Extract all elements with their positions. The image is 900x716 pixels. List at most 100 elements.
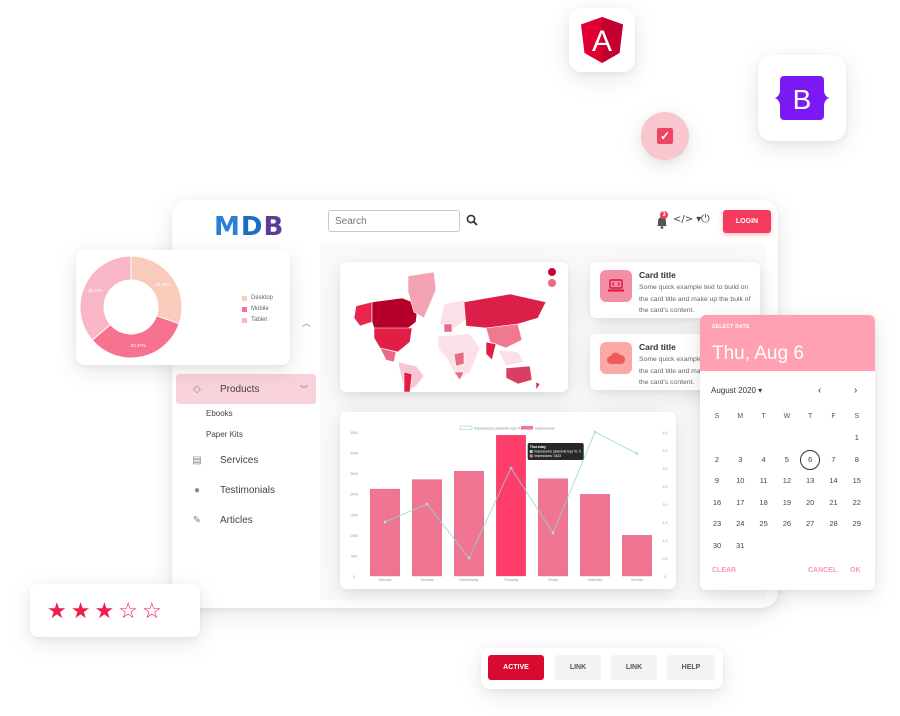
bar-friday[interactable] bbox=[538, 478, 568, 577]
donut-slice-label: 36.23% bbox=[88, 288, 103, 293]
legend-tablet[interactable]: Tablet bbox=[242, 317, 267, 323]
calendar-day[interactable]: 2 bbox=[707, 450, 727, 470]
calendar-day[interactable]: 8 bbox=[847, 450, 867, 470]
power-icon[interactable]: ⏻ bbox=[701, 213, 710, 226]
bar-tuesday[interactable] bbox=[412, 479, 442, 577]
mdb-logo[interactable]: MDB bbox=[214, 212, 284, 242]
line-point[interactable] bbox=[425, 502, 429, 506]
active-button[interactable]: ACTIVE bbox=[488, 655, 544, 680]
sidebar-item-products[interactable]: ◇ Products ﹀ bbox=[176, 374, 316, 404]
device-donut-card: 30.30% 33.47% 36.23% Desktop Mobile Tablet bbox=[76, 250, 290, 365]
bar-wednesday[interactable] bbox=[454, 471, 484, 577]
device-donut-chart[interactable]: 30.30% 33.47% 36.23% bbox=[76, 250, 206, 365]
code-dropdown[interactable]: </> ▾ bbox=[673, 214, 701, 225]
calendar-day[interactable]: 18 bbox=[754, 493, 774, 513]
donut-slice-tablet[interactable] bbox=[79, 255, 132, 341]
bootstrap-logo-tile: B bbox=[758, 55, 846, 141]
tooltip-line: Impressions: 3423 bbox=[534, 454, 561, 458]
line-point[interactable] bbox=[551, 531, 555, 535]
calendar-day[interactable]: 23 bbox=[707, 514, 727, 534]
line-point[interactable] bbox=[383, 520, 387, 524]
donut-slice-desktop[interactable] bbox=[130, 255, 183, 325]
calendar-day[interactable]: 17 bbox=[730, 493, 750, 513]
sidebar-subitem-ebooks[interactable]: Ebooks bbox=[206, 409, 233, 418]
line-point[interactable] bbox=[593, 430, 597, 434]
legend-swatch-line bbox=[459, 425, 473, 430]
star-empty-icon[interactable]: ☆ bbox=[142, 599, 162, 622]
link-button[interactable]: LINK bbox=[611, 655, 657, 680]
calendar-day[interactable]: 12 bbox=[777, 471, 797, 491]
calendar-day[interactable]: 14 bbox=[824, 471, 844, 491]
map-zoom-out-button[interactable] bbox=[548, 279, 556, 287]
search-input[interactable] bbox=[328, 210, 460, 232]
clear-button[interactable]: CLEAR bbox=[712, 567, 736, 574]
calendar-day[interactable]: 13 bbox=[800, 471, 820, 491]
checkbox-checked-icon[interactable]: ✓ bbox=[657, 128, 673, 144]
month-year-selector[interactable]: August 2020 ▾ bbox=[711, 386, 762, 395]
calendar-day[interactable]: 24 bbox=[730, 514, 750, 534]
calendar-day[interactable]: 28 bbox=[824, 514, 844, 534]
calendar-day[interactable]: 4 bbox=[754, 450, 774, 470]
legend-desktop[interactable]: Desktop bbox=[242, 295, 273, 301]
calendar-day[interactable]: 7 bbox=[824, 450, 844, 470]
calendar-day[interactable]: 10 bbox=[730, 471, 750, 491]
calendar-day[interactable]: 21 bbox=[824, 493, 844, 513]
calendar-day[interactable]: 27 bbox=[800, 514, 820, 534]
calendar-day[interactable]: 1 bbox=[847, 428, 867, 448]
line-point[interactable] bbox=[635, 452, 639, 456]
star-empty-icon[interactable]: ☆ bbox=[118, 599, 138, 622]
sidebar-item-articles[interactable]: ✎ Articles bbox=[176, 505, 316, 535]
y-left-tick-label: 0 bbox=[353, 575, 355, 579]
chevron-right-icon[interactable]: › bbox=[854, 385, 857, 396]
ok-button[interactable]: OK bbox=[850, 567, 861, 574]
calendar-day[interactable]: 29 bbox=[847, 514, 867, 534]
map-region-france bbox=[443, 323, 453, 333]
calendar-day[interactable]: 19 bbox=[777, 493, 797, 513]
calendar-day[interactable]: 11 bbox=[754, 471, 774, 491]
star-filled-icon[interactable]: ★ bbox=[71, 599, 91, 622]
line-point[interactable] bbox=[509, 466, 513, 470]
bar-thursday[interactable] bbox=[496, 434, 526, 577]
bar-monday[interactable] bbox=[370, 488, 400, 577]
calendar-day[interactable]: 31 bbox=[730, 536, 750, 556]
card-title: Card title bbox=[639, 342, 676, 352]
link-button[interactable]: LINK bbox=[555, 655, 601, 680]
calendar-day[interactable]: 16 bbox=[707, 493, 727, 513]
star-filled-icon[interactable]: ★ bbox=[47, 599, 67, 622]
notification-badge: 3 bbox=[660, 211, 668, 219]
world-map[interactable] bbox=[340, 262, 568, 393]
chevron-left-icon[interactable]: ‹ bbox=[818, 385, 821, 396]
calendar-day-selected[interactable]: 6 bbox=[800, 449, 821, 470]
cancel-button[interactable]: CANCEL bbox=[808, 567, 837, 574]
legend-mobile[interactable]: Mobile bbox=[242, 306, 269, 312]
chevron-up-icon[interactable]: ︿ bbox=[302, 316, 311, 329]
help-button[interactable]: HELP bbox=[667, 655, 715, 680]
sidebar-item-testimonials[interactable]: ● Testimonials bbox=[176, 475, 316, 505]
search-icon[interactable] bbox=[466, 214, 478, 226]
line-point[interactable] bbox=[467, 556, 471, 560]
calendar-day[interactable]: 3 bbox=[730, 450, 750, 470]
bar-sunday[interactable] bbox=[622, 535, 652, 577]
weekday-header: T bbox=[808, 413, 813, 420]
calendar-day[interactable]: 15 bbox=[847, 471, 867, 491]
legend-label[interactable]: Impressions (absolute top) % bbox=[474, 426, 521, 430]
calendar-day[interactable]: 26 bbox=[777, 514, 797, 534]
y-left-tick-label: 2000 bbox=[350, 493, 358, 497]
logo-letter-m: M bbox=[214, 212, 241, 242]
map-region-usa bbox=[373, 327, 413, 353]
impressions-chart[interactable]: 0 500 1000 1500 2000 2500 3000 3500 0 0.5 1.0 1.5 2.… bbox=[340, 412, 676, 589]
map-region-russia bbox=[463, 293, 547, 329]
legend-label[interactable]: Impressions bbox=[535, 426, 555, 430]
calendar-day[interactable]: 22 bbox=[847, 493, 867, 513]
calendar-day[interactable]: 9 bbox=[707, 471, 727, 491]
login-button[interactable]: LOGIN bbox=[723, 210, 771, 233]
sidebar-item-services[interactable]: ▤ Services bbox=[176, 445, 316, 475]
calendar-day[interactable]: 30 bbox=[707, 536, 727, 556]
star-filled-icon[interactable]: ★ bbox=[94, 599, 114, 622]
sidebar-subitem-paper-kits[interactable]: Paper Kits bbox=[206, 430, 243, 439]
map-zoom-in-button[interactable] bbox=[548, 268, 556, 276]
calendar-day[interactable]: 5 bbox=[777, 450, 797, 470]
bar-saturday[interactable] bbox=[580, 494, 610, 577]
calendar-day[interactable]: 25 bbox=[754, 514, 774, 534]
calendar-day[interactable]: 20 bbox=[800, 493, 820, 513]
